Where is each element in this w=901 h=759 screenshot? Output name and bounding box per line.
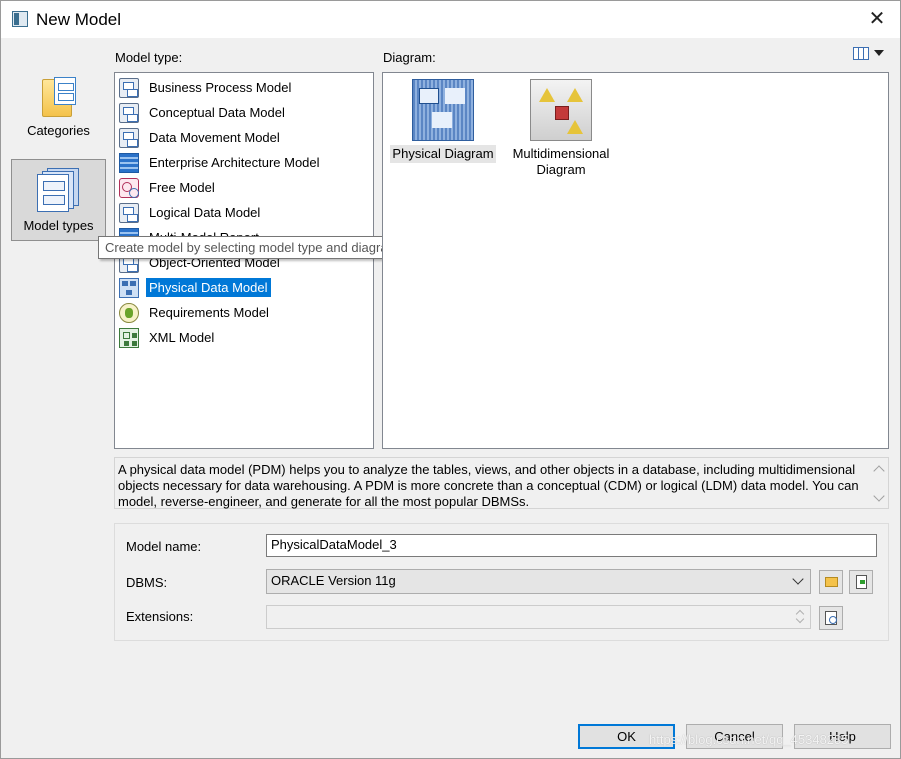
list-item-label: Requirements Model: [149, 305, 269, 320]
list-item-label: Business Process Model: [149, 80, 292, 95]
model-types-icon: [36, 168, 81, 214]
multidimensional-diagram-icon: [530, 79, 592, 141]
physical-data-model-icon: [119, 277, 139, 298]
list-item-label: Enterprise Architecture Model: [149, 155, 320, 170]
description-box: A physical data model (PDM) helps you to…: [114, 457, 889, 509]
model-types-label: Model types: [23, 218, 94, 233]
list-item-label: Conceptual Data Model: [149, 105, 285, 120]
list-item-requirements-model[interactable]: Requirements Model: [119, 301, 272, 324]
list-item-business-process-model[interactable]: Business Process Model: [119, 76, 294, 99]
physical-diagram-icon: [412, 79, 474, 141]
title-bar: New Model ✕: [1, 1, 900, 38]
dbms-import-button[interactable]: [849, 570, 873, 594]
ok-button[interactable]: OK: [578, 724, 675, 749]
list-item-physical-data-model[interactable]: Physical Data Model: [119, 276, 271, 299]
model-type-label: Model type:: [115, 50, 183, 65]
diagram-list[interactable]: Physical Diagram Multidimensional Diagra…: [382, 72, 889, 449]
close-button[interactable]: ✕: [854, 1, 900, 38]
list-item-logical-data-model[interactable]: Logical Data Model: [119, 201, 263, 224]
xml-model-icon: [119, 327, 139, 348]
model-properties-group: Model name: PhysicalDataModel_3 DBMS: OR…: [114, 523, 889, 641]
free-model-icon: [119, 177, 139, 198]
diagram-label: Diagram:: [383, 50, 436, 65]
diagram-item-label: Physical Diagram: [390, 145, 496, 163]
diagram-item-multidimensional[interactable]: Multidimensional Diagram: [501, 79, 621, 179]
list-item-free-model[interactable]: Free Model: [119, 176, 218, 199]
list-item-label: Physical Data Model: [146, 278, 271, 297]
diagram-item-label: Multidimensional Diagram: [512, 146, 610, 177]
extensions-browse-button[interactable]: [819, 606, 843, 630]
conceptual-data-model-icon: [119, 102, 139, 123]
view-mode-dropdown[interactable]: [853, 46, 887, 62]
folder-icon: [825, 577, 838, 587]
description-text: A physical data model (PDM) helps you to…: [118, 462, 859, 509]
list-item-xml-model[interactable]: XML Model: [119, 326, 217, 349]
new-model-dialog: New Model ✕ Categories Model types Model…: [0, 0, 901, 759]
import-icon: [856, 575, 867, 589]
list-item-label: Logical Data Model: [149, 205, 261, 220]
tooltip: Create model by selecting model type and…: [98, 236, 406, 259]
category-panel: Categories Model types: [11, 67, 106, 242]
window-app-icon: [12, 11, 28, 27]
extensions-spinner: [793, 607, 809, 627]
model-name-input[interactable]: PhysicalDataModel_3: [266, 534, 877, 557]
categories-folder-icon: [40, 75, 78, 119]
description-scrollbar[interactable]: [871, 458, 888, 508]
list-item-label: XML Model: [149, 330, 215, 345]
business-process-model-icon: [119, 77, 139, 98]
dbms-browse-button[interactable]: [819, 570, 843, 594]
enterprise-architecture-model-icon: [119, 152, 139, 173]
scroll-up-icon[interactable]: [873, 465, 885, 477]
model-type-list[interactable]: Business Process Model Conceptual Data M…: [114, 72, 374, 449]
window-title: New Model: [36, 10, 122, 29]
extensions-field: [266, 605, 811, 629]
list-item-label: Data Movement Model: [149, 130, 280, 145]
data-movement-model-icon: [119, 127, 139, 148]
dbms-select[interactable]: ORACLE Version 11g: [266, 569, 811, 594]
dbms-label: DBMS:: [126, 575, 168, 590]
diagram-item-physical[interactable]: Physical Diagram: [383, 79, 503, 163]
list-item-data-movement-model[interactable]: Data Movement Model: [119, 126, 283, 149]
scroll-down-icon[interactable]: [873, 490, 885, 502]
extensions-label: Extensions:: [126, 609, 194, 624]
model-types-toggle[interactable]: Model types: [11, 159, 106, 241]
dropdown-arrow-icon: [874, 50, 884, 56]
categories-toggle[interactable]: Categories: [11, 75, 106, 155]
categories-label: Categories: [27, 123, 90, 138]
list-view-icon: [853, 47, 869, 60]
model-name-label: Model name:: [126, 539, 202, 554]
list-item-conceptual-data-model[interactable]: Conceptual Data Model: [119, 101, 288, 124]
spin-down-icon: [795, 614, 805, 624]
dbms-selected-value: ORACLE Version 11g: [271, 573, 396, 588]
help-button[interactable]: Help: [794, 724, 891, 749]
chevron-down-icon: [792, 573, 804, 585]
list-item-enterprise-architecture-model[interactable]: Enterprise Architecture Model: [119, 151, 323, 174]
cancel-button[interactable]: Cancel: [686, 724, 783, 749]
logical-data-model-icon: [119, 202, 139, 223]
browse-icon: [825, 611, 837, 625]
requirements-model-icon: [119, 302, 139, 323]
list-item-label: Free Model: [149, 180, 215, 195]
